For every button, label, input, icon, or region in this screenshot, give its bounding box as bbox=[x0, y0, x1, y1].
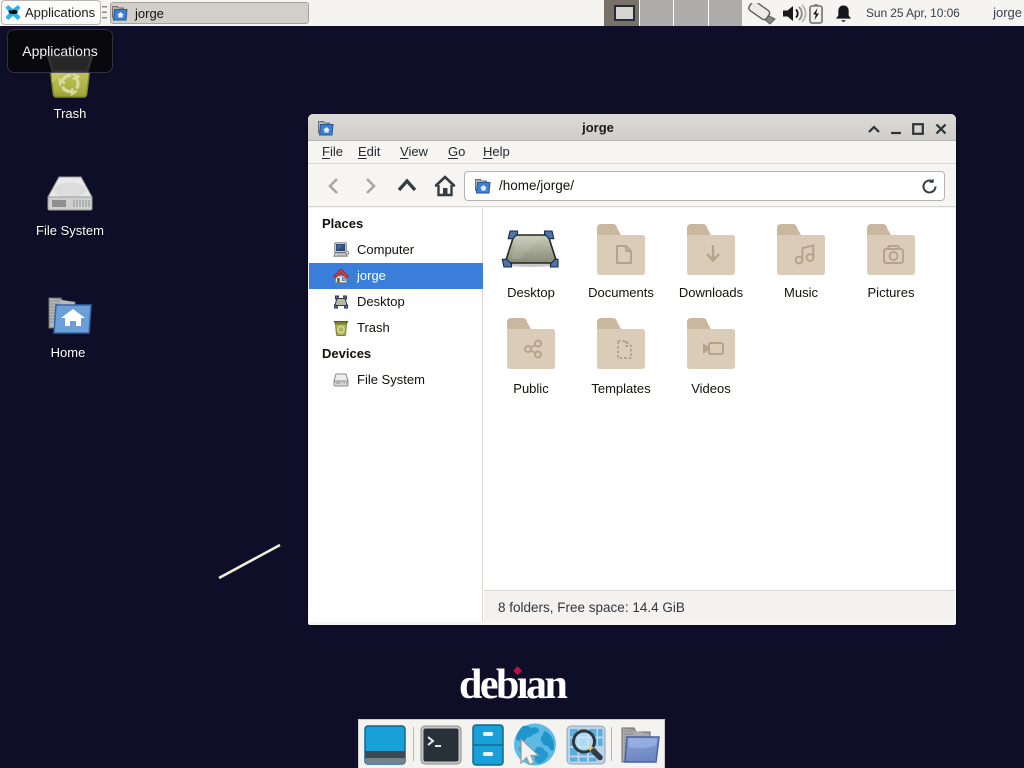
svg-text:debıan: debıan bbox=[459, 662, 568, 708]
